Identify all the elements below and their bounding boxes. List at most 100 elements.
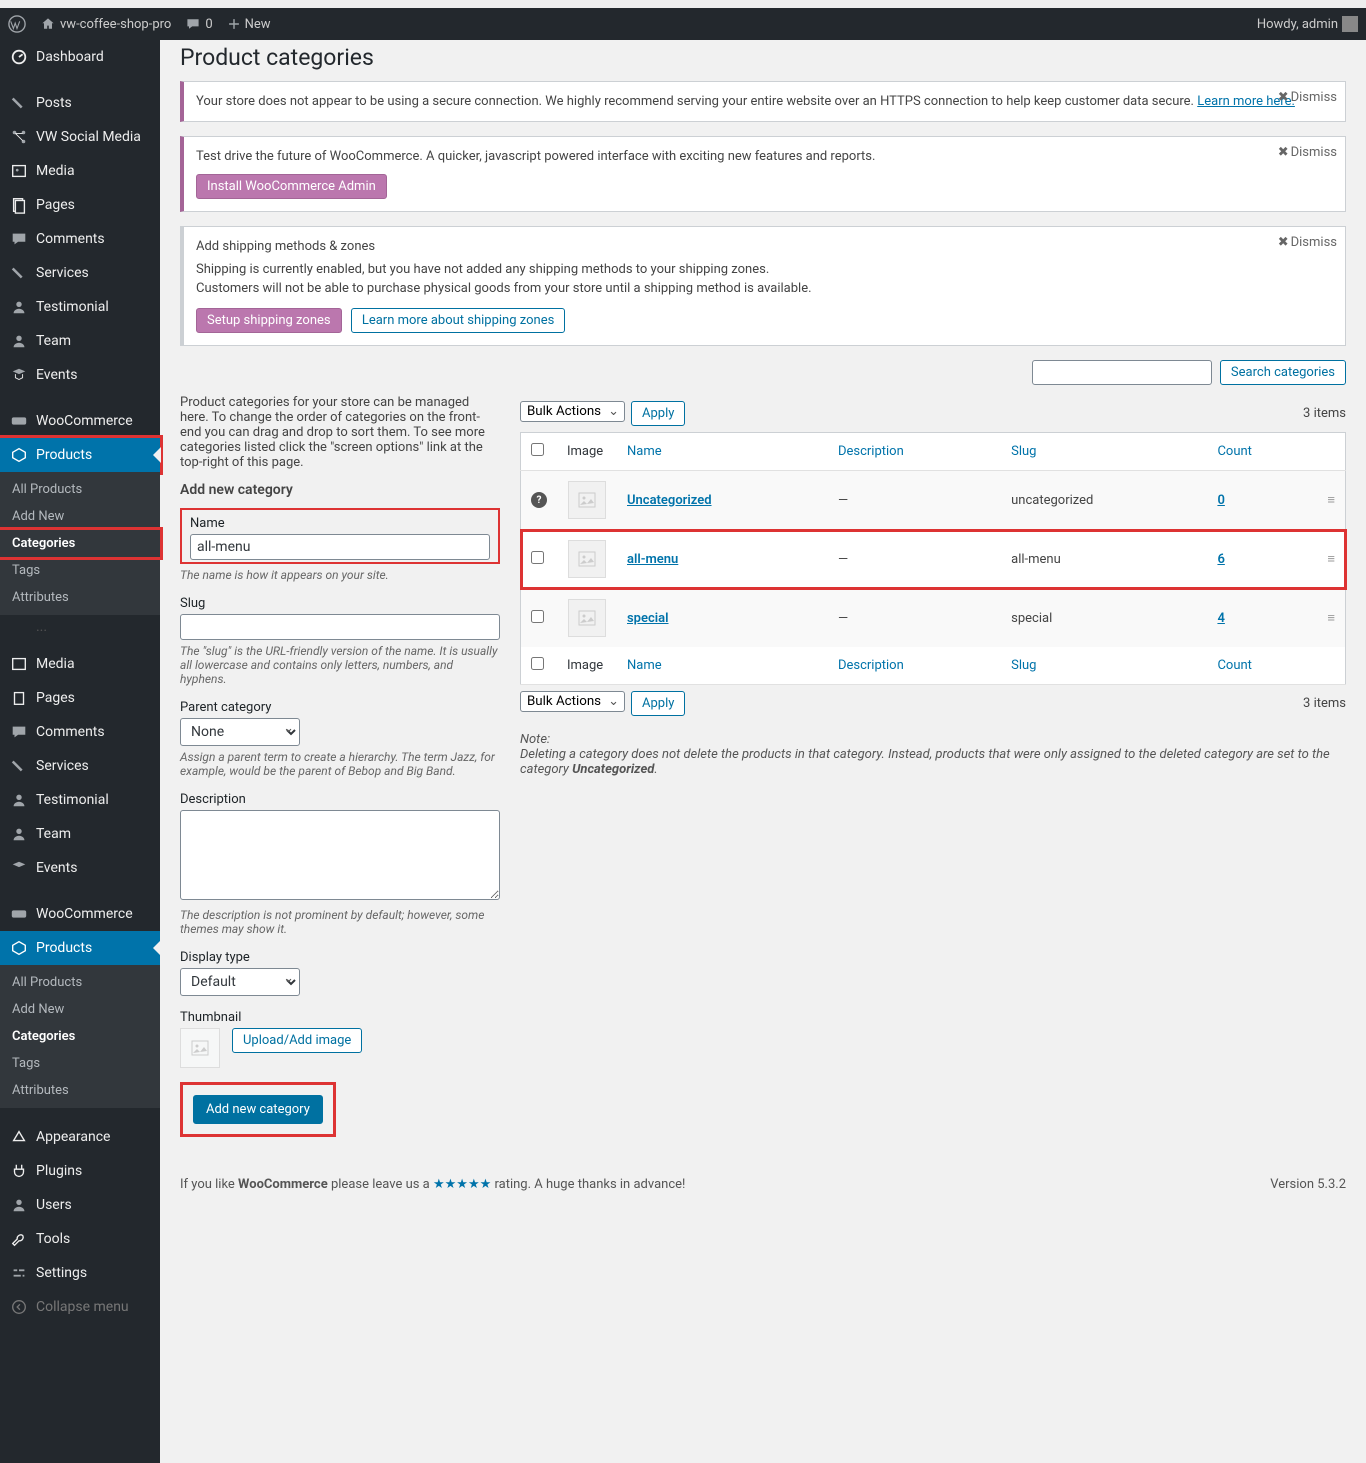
bulk-actions-bottom[interactable]: Bulk Actions: [520, 691, 625, 712]
apply-button-top[interactable]: Apply: [631, 401, 685, 426]
menu-dashboard[interactable]: Dashboard: [0, 40, 160, 74]
category-count-link[interactable]: 0: [1217, 493, 1224, 508]
apply-button-bottom[interactable]: Apply: [631, 691, 685, 716]
slug-input[interactable]: [180, 614, 500, 640]
display-type-select[interactable]: Default: [180, 968, 300, 996]
menu-events-2[interactable]: Events: [0, 851, 160, 885]
menu-users[interactable]: Users: [0, 1188, 160, 1222]
admin-sidebar: Dashboard Posts VW Social Media Media Pa…: [0, 40, 160, 1463]
row-checkbox[interactable]: [531, 551, 544, 564]
rating-stars[interactable]: ★★★★★: [433, 1177, 491, 1192]
comments-link[interactable]: 0: [185, 16, 212, 32]
sub-all-products-2[interactable]: All Products: [0, 969, 160, 996]
image-placeholder-icon: [568, 481, 606, 519]
col-description[interactable]: Description: [828, 647, 1001, 685]
close-icon: ✖: [1278, 90, 1289, 105]
col-slug[interactable]: Slug: [1001, 647, 1207, 685]
sub-attributes[interactable]: Attributes: [0, 584, 160, 611]
category-name-link[interactable]: all-menu: [627, 552, 678, 567]
search-input[interactable]: [1032, 360, 1212, 385]
description-label: Description: [180, 792, 500, 807]
name-help: The name is how it appears on your site.: [180, 568, 500, 582]
menu-plugins[interactable]: Plugins: [0, 1154, 160, 1188]
menu-testimonial[interactable]: Testimonial: [0, 290, 160, 324]
select-all-bottom[interactable]: [531, 657, 544, 670]
menu-comments-2[interactable]: Comments: [0, 715, 160, 749]
close-icon: ✖: [1278, 235, 1289, 250]
menu-tools[interactable]: Tools: [0, 1222, 160, 1256]
col-count[interactable]: Count: [1207, 433, 1317, 471]
sub-add-new[interactable]: Add New: [0, 503, 160, 530]
notice-line: Shipping is currently enabled, but you h…: [196, 262, 1333, 277]
wp-logo[interactable]: [8, 15, 26, 33]
category-count-link[interactable]: 4: [1217, 611, 1224, 626]
menu-posts[interactable]: Posts: [0, 86, 160, 120]
sub-categories-2[interactable]: Categories: [0, 1023, 160, 1050]
col-image: Image: [557, 647, 617, 685]
menu-products[interactable]: Products: [0, 438, 160, 472]
setup-shipping-button[interactable]: Setup shipping zones: [196, 308, 342, 333]
menu-team-2[interactable]: Team: [0, 817, 160, 851]
menu-comments[interactable]: Comments: [0, 222, 160, 256]
menu-woocommerce[interactable]: WooCommerce: [0, 404, 160, 438]
drag-handle-icon[interactable]: ≡: [1327, 552, 1335, 567]
footer-rating: If you like WooCommerce please leave us …: [180, 1177, 685, 1192]
drag-handle-icon[interactable]: ≡: [1327, 611, 1335, 626]
table-row: special—special4≡: [521, 589, 1346, 648]
col-slug[interactable]: Slug: [1001, 433, 1207, 471]
menu-team[interactable]: Team: [0, 324, 160, 358]
select-all-top[interactable]: [531, 443, 544, 456]
menu-pages-2[interactable]: Pages: [0, 681, 160, 715]
col-description[interactable]: Description: [828, 433, 1001, 471]
notice-dismiss[interactable]: ✖Dismiss: [1278, 90, 1337, 105]
sub-add-new-2[interactable]: Add New: [0, 996, 160, 1023]
menu-services-2[interactable]: Services: [0, 749, 160, 783]
notice-dismiss[interactable]: ✖Dismiss: [1278, 145, 1337, 160]
howdy-link[interactable]: Howdy, admin: [1257, 16, 1358, 32]
notice-dismiss[interactable]: ✖Dismiss: [1278, 235, 1337, 250]
category-slug: uncategorized: [1001, 471, 1207, 530]
menu-testimonial-2[interactable]: Testimonial: [0, 783, 160, 817]
bulk-actions-top[interactable]: Bulk Actions: [520, 401, 625, 422]
products-submenu-2: All Products Add New Categories Tags Att…: [0, 965, 160, 1108]
menu-settings[interactable]: Settings: [0, 1256, 160, 1290]
menu-media-2[interactable]: Media: [0, 647, 160, 681]
image-placeholder-icon: [568, 540, 606, 578]
menu-pages[interactable]: Pages: [0, 188, 160, 222]
notice-text: Test drive the future of WooCommerce. A …: [196, 149, 1333, 164]
name-input[interactable]: [190, 534, 490, 560]
learn-shipping-button[interactable]: Learn more about shipping zones: [351, 308, 565, 333]
menu-services[interactable]: Services: [0, 256, 160, 290]
col-name[interactable]: Name: [617, 647, 828, 685]
category-name-link[interactable]: special: [627, 611, 669, 626]
description-textarea[interactable]: [180, 810, 500, 900]
image-placeholder-icon: [568, 599, 606, 637]
sub-all-products[interactable]: All Products: [0, 476, 160, 503]
sub-tags-2[interactable]: Tags: [0, 1050, 160, 1077]
sub-categories[interactable]: Categories: [0, 530, 160, 557]
add-category-button[interactable]: Add new category: [193, 1095, 323, 1124]
menu-media[interactable]: Media: [0, 154, 160, 188]
new-link[interactable]: New: [227, 17, 271, 32]
drag-handle-icon[interactable]: ≡: [1327, 493, 1335, 508]
parent-select[interactable]: None: [180, 718, 300, 746]
sub-attributes-2[interactable]: Attributes: [0, 1077, 160, 1104]
menu-collapse[interactable]: Collapse menu: [0, 1290, 160, 1324]
search-categories-button[interactable]: Search categories: [1220, 360, 1346, 385]
menu-appearance[interactable]: Appearance: [0, 1120, 160, 1154]
avatar: [1342, 16, 1358, 32]
menu-events[interactable]: Events: [0, 358, 160, 392]
menu-woocommerce-2[interactable]: WooCommerce: [0, 897, 160, 931]
col-name[interactable]: Name: [617, 433, 828, 471]
menu-vw-social[interactable]: VW Social Media: [0, 120, 160, 154]
menu-products-2[interactable]: Products: [0, 931, 160, 965]
row-checkbox[interactable]: [531, 610, 544, 623]
sub-tags[interactable]: Tags: [0, 557, 160, 584]
category-count-link[interactable]: 6: [1217, 552, 1224, 567]
site-link[interactable]: vw-coffee-shop-pro: [40, 16, 171, 32]
install-wc-admin-button[interactable]: Install WooCommerce Admin: [196, 174, 387, 199]
submit-highlight: Add new category: [180, 1082, 336, 1137]
col-count[interactable]: Count: [1207, 647, 1317, 685]
category-name-link[interactable]: Uncategorized: [627, 493, 712, 508]
upload-image-button[interactable]: Upload/Add image: [232, 1028, 362, 1053]
